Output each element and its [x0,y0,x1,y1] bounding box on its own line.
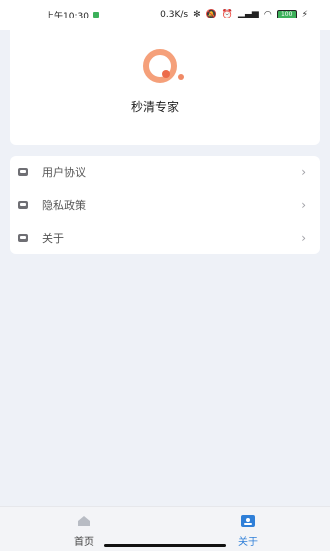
menu-item-label: 关于 [42,232,64,245]
chevron-right-icon: › [301,198,306,212]
chevron-right-icon: › [301,165,306,179]
home-icon [78,516,90,526]
menu-item-about[interactable]: 关于 › [10,222,320,254]
home-indicator[interactable] [104,544,226,547]
document-icon [18,234,28,242]
menu-item-label: 用户协议 [42,166,86,179]
tab-about[interactable]: 关于 [218,507,278,551]
menu-item-user-agreement[interactable]: 用户协议 › [10,156,320,188]
menu-item-privacy-policy[interactable]: 隐私政策 › [10,189,320,221]
tab-about-label: 关于 [238,537,258,548]
document-icon [18,168,28,176]
document-icon [18,201,28,209]
menu-list: 用户协议 › 隐私政策 › 关于 › [10,156,320,254]
about-icon [241,515,255,527]
chevron-right-icon: › [301,231,306,245]
app-name: 秒清专家 [130,100,179,114]
menu-item-label: 隐私政策 [42,199,86,212]
app-header-card [10,18,320,145]
app-logo-icon [143,49,184,83]
